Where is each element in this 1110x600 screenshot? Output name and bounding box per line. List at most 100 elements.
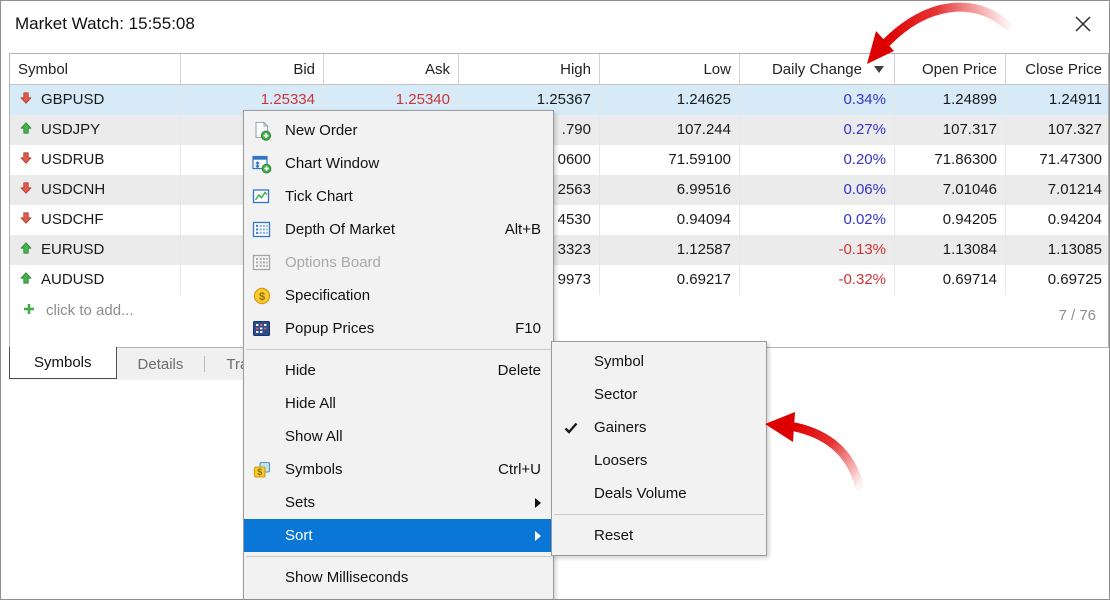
tick-up-icon <box>20 115 32 145</box>
menu-item-label: Symbols <box>285 461 343 478</box>
table-header-row: Symbol Bid Ask High Low Daily Change Open Pric… <box>10 54 1108 85</box>
column-header-label: Low <box>703 61 731 78</box>
menu-item-specification[interactable]: $ Specification <box>244 279 553 312</box>
titlebar: Market Watch: 15:55:08 <box>1 1 1109 53</box>
menu-shortcut: Ctrl+U <box>478 461 541 478</box>
menu-item-chart-window[interactable]: Chart Window <box>244 147 553 180</box>
menu-item-label: Tick Chart <box>285 188 353 205</box>
menu-item-hide-all[interactable]: Hide All <box>244 387 553 420</box>
table-row-usdjpy[interactable]: USDJPY.790107.2440.27%107.317107.327 <box>10 115 1108 145</box>
tab-symbols[interactable]: Symbols <box>9 347 117 379</box>
daily-change-value: -0.32% <box>740 265 895 295</box>
table-row-gbpusd[interactable]: GBPUSD1.253341.253401.253671.246250.34%1… <box>10 85 1108 115</box>
table-row-audusd[interactable]: AUDUSD99730.69217-0.32%0.697140.69725 <box>10 265 1108 295</box>
menu-item-show-milliseconds[interactable]: Show Milliseconds <box>244 561 553 594</box>
close-price-value: 1.13085 <box>1006 235 1110 265</box>
menu-item-label: Show All <box>285 428 343 445</box>
table-row-eurusd[interactable]: EURUSD33231.12587-0.13%1.130841.13085 <box>10 235 1108 265</box>
column-header-ask[interactable]: Ask <box>324 54 459 85</box>
column-header-bid[interactable]: Bid <box>181 54 324 85</box>
symbol-cell: USDCNH <box>10 175 181 205</box>
symbol-cell: USDRUB <box>10 145 181 175</box>
plus-icon <box>23 302 35 319</box>
close-price-value: 1.24911 <box>1006 85 1110 115</box>
submenu-arrow-icon <box>535 498 541 508</box>
close-price-value: 107.327 <box>1006 115 1110 145</box>
tick-down-icon <box>20 85 32 115</box>
column-header-close-price[interactable]: Close Price <box>1006 54 1110 85</box>
tick-up-icon <box>20 265 32 295</box>
market-watch-window: Market Watch: 15:55:08 Symbol Bid Ask High L… <box>0 0 1110 600</box>
menu-item-depth-of-market[interactable]: Depth Of MarketAlt+B <box>244 213 553 246</box>
submenu-arrow-icon <box>535 531 541 541</box>
submenu-item-label: Gainers <box>594 419 647 436</box>
submenu-item-gainers[interactable]: Gainers <box>552 411 766 444</box>
close-price-value: 7.01214 <box>1006 175 1110 205</box>
new-order-icon <box>252 121 272 141</box>
submenu-item-reset[interactable]: Reset <box>552 519 766 552</box>
tick-chart-icon <box>252 187 272 207</box>
symbols-counter: 7 / 76 <box>1058 301 1096 331</box>
menu-item-label: Show Milliseconds <box>285 569 408 586</box>
menu-item-label: Hide All <box>285 395 336 412</box>
table-row-usdchf[interactable]: USDCHF45300.940940.02%0.942050.94204 <box>10 205 1108 235</box>
daily-change-value: 0.34% <box>740 85 895 115</box>
tab-details[interactable]: Details <box>117 348 205 380</box>
menu-item-sort[interactable]: Sort <box>244 519 553 552</box>
specification-icon: $ <box>252 286 272 306</box>
open-price-value: 0.94205 <box>895 205 1006 235</box>
submenu-item-sector[interactable]: Sector <box>552 378 766 411</box>
column-header-symbol[interactable]: Symbol <box>10 54 181 85</box>
table-row-usdrub[interactable]: USDRUB060071.591000.20%71.8630071.47300 <box>10 145 1108 175</box>
empty-icon-slot <box>252 568 272 588</box>
menu-item-tick-chart[interactable]: Tick Chart <box>244 180 553 213</box>
column-header-daily-change[interactable]: Daily Change <box>740 54 895 85</box>
column-header-high[interactable]: High <box>459 54 600 85</box>
column-header-label: Bid <box>293 61 315 78</box>
menu-item-label: Chart Window <box>285 155 379 172</box>
daily-change-value: 0.06% <box>740 175 895 205</box>
low-value: 107.244 <box>600 115 740 145</box>
options-board-icon <box>252 253 272 273</box>
submenu-item-loosers[interactable]: Loosers <box>552 444 766 477</box>
menu-item-label: Depth Of Market <box>285 221 395 238</box>
column-header-open-price[interactable]: Open Price <box>895 54 1006 85</box>
symbol-name: USDCNH <box>41 175 105 205</box>
menu-item-show-all[interactable]: Show All <box>244 420 553 453</box>
open-price-value: 1.13084 <box>895 235 1006 265</box>
menu-item-new-order[interactable]: New Order <box>244 114 553 147</box>
add-symbol-row[interactable]: click to add... <box>10 295 1108 325</box>
menu-item-label: Popup Prices <box>285 320 374 337</box>
column-header-label: Ask <box>425 61 450 78</box>
menu-item-popup-prices[interactable]: Popup Prices F10 <box>244 312 553 345</box>
column-header-label: High <box>560 61 591 78</box>
svg-text:$: $ <box>257 467 262 477</box>
menu-shortcut: F10 <box>495 320 541 337</box>
symbol-name: USDJPY <box>41 115 100 145</box>
symbol-name: AUDUSD <box>41 265 104 295</box>
symbol-name: USDRUB <box>41 145 104 175</box>
submenu-item-deals-volume[interactable]: Deals Volume <box>552 477 766 510</box>
depth-of-market-icon <box>252 220 272 240</box>
close-icon[interactable] <box>1073 14 1093 34</box>
submenu-item-symbol[interactable]: Symbol <box>552 345 766 378</box>
menu-item-label: Sets <box>285 494 315 511</box>
close-price-value: 0.94204 <box>1006 205 1110 235</box>
sort-descending-icon[interactable] <box>874 66 884 73</box>
symbol-cell: EURUSD <box>10 235 181 265</box>
svg-text:$: $ <box>259 291 265 303</box>
close-price-value: 0.69725 <box>1006 265 1110 295</box>
menu-item-symbols[interactable]: $ Symbols Ctrl+U <box>244 453 553 486</box>
submenu-item-label: Sector <box>594 386 637 403</box>
menu-item-label: Specification <box>285 287 370 304</box>
low-value: 71.59100 <box>600 145 740 175</box>
menu-separator <box>554 514 764 515</box>
column-header-label: Open Price <box>922 61 997 78</box>
menu-item-label: New Order <box>285 122 358 139</box>
menu-item-sets[interactable]: Sets <box>244 486 553 519</box>
column-header-low[interactable]: Low <box>600 54 740 85</box>
submenu-item-label: Reset <box>594 527 633 544</box>
menu-item-hide[interactable]: HideDelete <box>244 354 553 387</box>
open-price-value: 107.317 <box>895 115 1006 145</box>
table-row-usdcnh[interactable]: USDCNH25636.995160.06%7.010467.01214 <box>10 175 1108 205</box>
